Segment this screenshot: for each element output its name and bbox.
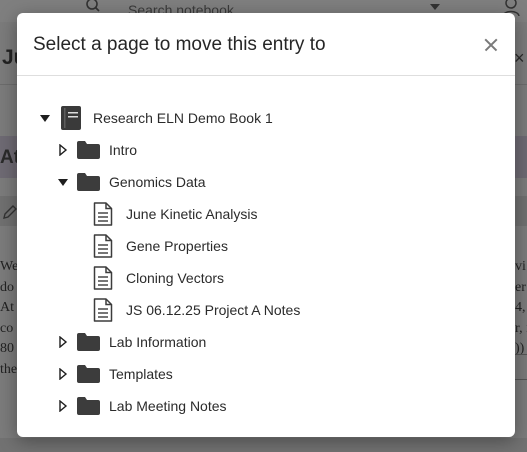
tree-item-label: Lab Meeting Notes	[109, 398, 227, 414]
move-entry-dialog: Select a page to move this entry to Rese…	[17, 13, 515, 437]
body-text-fragment: At	[0, 300, 14, 315]
tree-item-lab-information[interactable]: Lab Information	[57, 329, 257, 355]
folder-icon	[77, 397, 100, 415]
caret-right-icon[interactable]	[57, 368, 69, 380]
body-text-fragment: 4, /	[515, 300, 527, 315]
body-text-fragment: the	[0, 361, 18, 377]
document-icon	[93, 266, 113, 290]
tree-item-label: Lab Information	[109, 334, 207, 350]
folder-icon	[77, 173, 100, 191]
folder-icon	[77, 333, 100, 351]
tree-item-label: Intro	[109, 142, 138, 158]
body-text-fragment: r, i	[515, 320, 527, 336]
caret-right-icon[interactable]	[57, 144, 69, 156]
body-text-fragment: er	[515, 279, 526, 295]
caret-right-icon[interactable]	[57, 400, 69, 412]
caret-down-icon[interactable]	[39, 113, 51, 125]
body-text-fragment: co	[0, 320, 14, 336]
body-text-fragment: We	[0, 259, 19, 274]
tree-item-label: Cloning Vectors	[126, 270, 225, 286]
close-icon[interactable]: ×	[514, 48, 525, 69]
tree-item-label: Genomics Data	[109, 174, 206, 190]
caret-right-icon[interactable]	[57, 336, 69, 348]
tree-item-genomics-data[interactable]: Genomics Data	[57, 169, 257, 195]
bottom-bar	[0, 438, 527, 452]
close-icon[interactable]	[481, 35, 501, 55]
body-text-fragment: do	[0, 279, 14, 295]
tree-item-notebook[interactable]: Research ELN Demo Book 1	[39, 105, 339, 131]
dialog-header: Select a page to move this entry to	[17, 13, 515, 76]
tree-item-label: JS 06.12.25 Project A Notes	[126, 302, 301, 318]
tree-item-templates[interactable]: Templates	[57, 361, 257, 387]
folder-icon	[77, 365, 100, 383]
dialog-title: Select a page to move this entry to	[33, 34, 326, 55]
caret-down-icon[interactable]	[57, 177, 69, 189]
tree-item-label: June Kinetic Analysis	[126, 206, 258, 222]
document-icon	[93, 298, 113, 322]
pencil-icon[interactable]	[2, 204, 18, 220]
search-icon	[86, 0, 100, 12]
tree-item-intro[interactable]: Intro	[57, 137, 257, 163]
tree-item-label: Research ELN Demo Book 1	[93, 110, 273, 126]
tree-item-label: Gene Properties	[126, 238, 228, 254]
body-text-fragment: 80	[0, 341, 14, 356]
document-icon	[93, 234, 113, 258]
tree-item-label: Templates	[109, 366, 173, 382]
chevron-down-icon[interactable]	[430, 4, 440, 10]
tree-item-js-project-a-notes[interactable]: JS 06.12.25 Project A Notes	[93, 297, 353, 323]
folder-icon	[77, 141, 100, 159]
document-icon	[93, 202, 113, 226]
tree-item-cloning-vectors[interactable]: Cloning Vectors	[93, 265, 343, 291]
body-text-fragment: vi	[515, 259, 526, 274]
notebook-icon	[61, 106, 81, 130]
tree-item-lab-meeting-notes[interactable]: Lab Meeting Notes	[57, 393, 277, 419]
tree-item-june-kinetic-analysis[interactable]: June Kinetic Analysis	[93, 201, 343, 227]
tree-item-gene-properties[interactable]: Gene Properties	[93, 233, 343, 259]
